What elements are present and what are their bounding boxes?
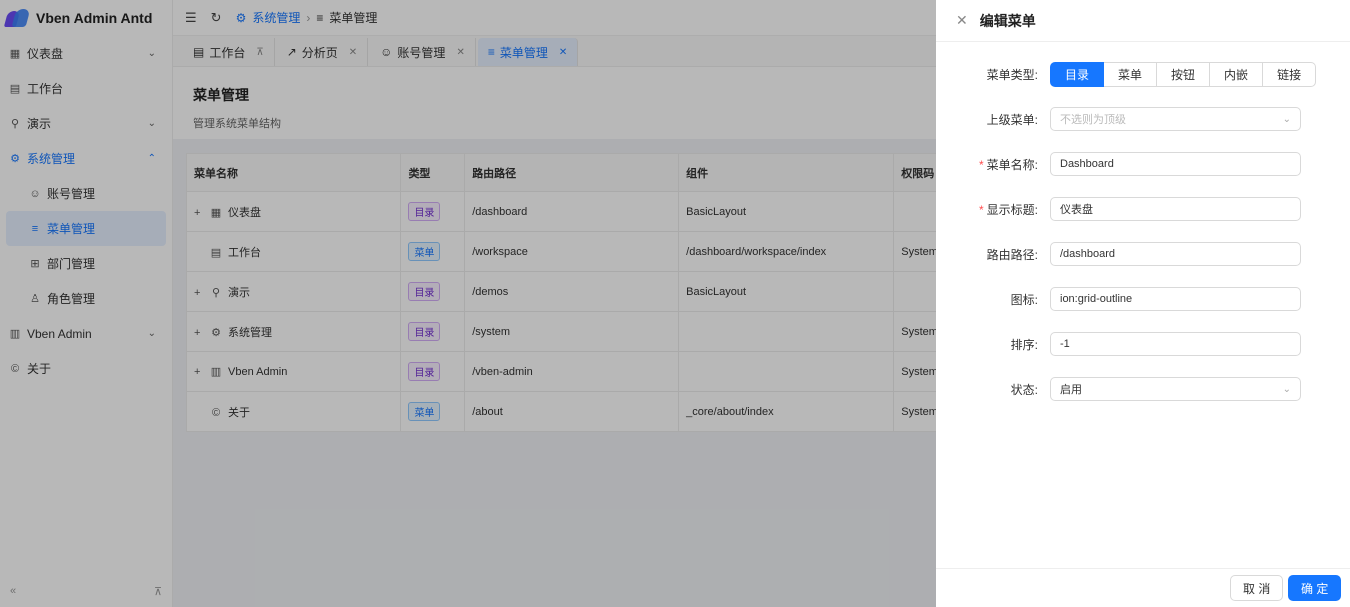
field-label-wrap: * 菜单名称: (936, 156, 1044, 173)
field-label: 路由路径: (986, 247, 1038, 262)
status-select[interactable]: 启用 ⌄ (1050, 377, 1301, 401)
input-value: ion:grid-outline (1060, 293, 1133, 305)
field-label: 上级菜单: (986, 112, 1038, 127)
cancel-button[interactable]: 取 消 (1230, 575, 1284, 601)
drawer-mask[interactable] (0, 0, 936, 607)
menu-type-radio-group: 目录 菜单 按钮 内嵌 链接 (1050, 61, 1317, 87)
form-row-path: 路由路径: /dashboard (936, 242, 1350, 266)
chevron-down-icon: ⌄ (1282, 383, 1291, 395)
field-label: 菜单类型: (986, 67, 1038, 82)
form-row-display-title: * 显示标题: 仪表盘 (936, 197, 1350, 221)
radio-embedded[interactable]: 内嵌 (1210, 61, 1264, 87)
field-label: 排序: (1010, 337, 1038, 352)
icon-input[interactable]: ion:grid-outline (1050, 287, 1301, 311)
form-row-parent: 上级菜单: 不选则为顶级 ⌄ (936, 107, 1350, 131)
form-row-icon: 图标: ion:grid-outline (936, 287, 1350, 311)
input-value: Dashboard (1060, 158, 1114, 170)
menu-name-input[interactable]: Dashboard (1050, 152, 1301, 176)
close-icon[interactable]: ✕ (956, 12, 968, 29)
edit-menu-drawer: ✕ 编辑菜单 菜单类型: 目录 菜单 按钮 内嵌 链接 上级菜单: 不选则为顶级… (936, 0, 1350, 607)
input-value: 仪表盘 (1060, 204, 1093, 216)
confirm-button[interactable]: 确 定 (1288, 575, 1342, 601)
form-row-name: * 菜单名称: Dashboard (936, 152, 1350, 176)
required-mark: * (978, 202, 984, 217)
route-path-input[interactable]: /dashboard (1050, 242, 1301, 266)
required-mark: * (978, 157, 984, 172)
order-input[interactable]: -1 (1050, 332, 1301, 356)
parent-menu-select[interactable]: 不选则为顶级 ⌄ (1050, 107, 1301, 131)
form-row-type: 菜单类型: 目录 菜单 按钮 内嵌 链接 (936, 61, 1350, 87)
drawer-title: 编辑菜单 (979, 12, 1036, 29)
field-label: 菜单名称: (986, 157, 1038, 172)
drawer-footer: 取 消 确 定 (936, 568, 1350, 607)
select-placeholder: 不选则为顶级 (1060, 114, 1126, 126)
display-title-input[interactable]: 仪表盘 (1050, 197, 1301, 221)
field-label-wrap: * 显示标题: (936, 201, 1044, 218)
input-value: -1 (1060, 338, 1070, 350)
radio-link[interactable]: 链接 (1263, 61, 1317, 87)
chevron-down-icon: ⌄ (1282, 113, 1291, 125)
field-label: 图标: (1010, 292, 1038, 307)
input-value: /dashboard (1060, 248, 1116, 260)
radio-button[interactable]: 按钮 (1157, 61, 1211, 87)
form-row-status: 状态: 启用 ⌄ (936, 377, 1350, 401)
field-label: 状态: (1010, 382, 1038, 397)
select-value: 启用 (1060, 384, 1082, 396)
drawer-header: ✕ 编辑菜单 (936, 0, 1350, 42)
radio-directory[interactable]: 目录 (1050, 61, 1105, 87)
field-label: 显示标题: (986, 202, 1038, 217)
form-row-order: 排序: -1 (936, 332, 1350, 356)
radio-menu[interactable]: 菜单 (1104, 61, 1158, 87)
